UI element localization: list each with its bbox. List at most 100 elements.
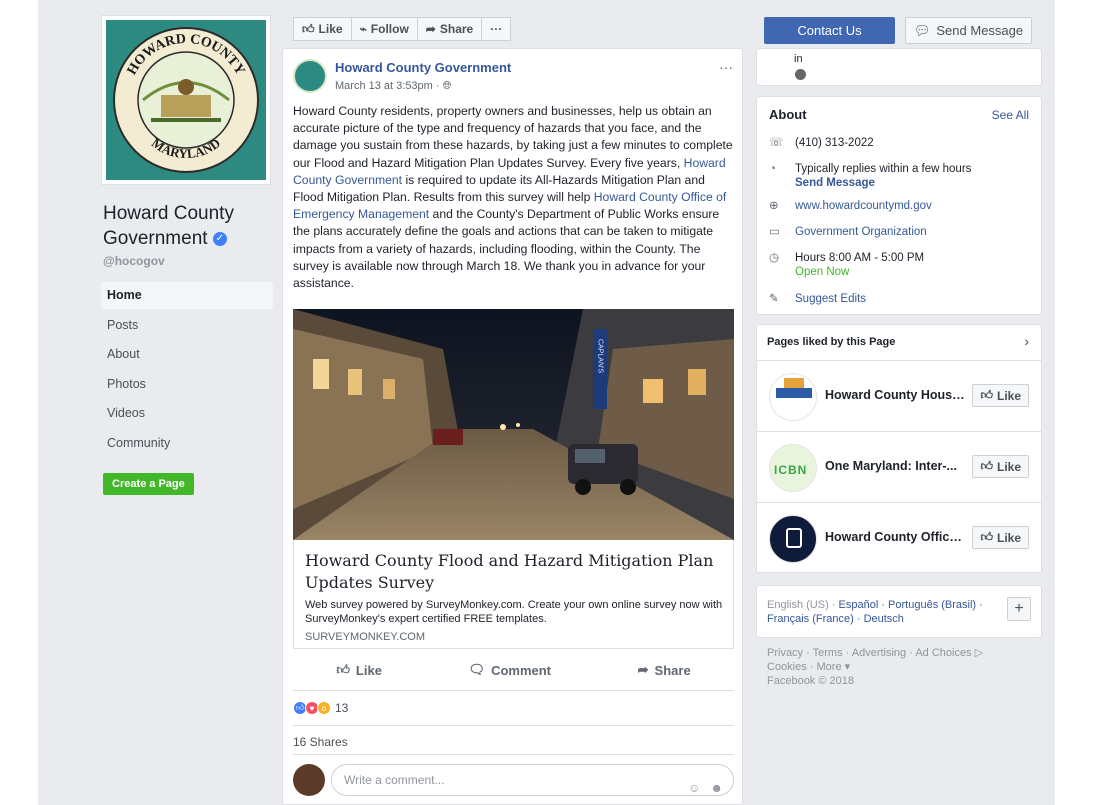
nav-item-posts[interactable]: Posts: [101, 312, 273, 339]
link-domain: SURVEYMONKEY.COM: [305, 631, 426, 643]
liked-page-name[interactable]: Howard County Office...: [825, 530, 965, 544]
about-card: About See All ☏ (410) 313-2022 ◔ Typical…: [756, 96, 1042, 315]
liked-page-like-button[interactable]: 👍︎ Like: [972, 526, 1029, 549]
street-sign-text: CAPLAN'S: [597, 339, 604, 373]
nav-item-about[interactable]: About: [101, 341, 273, 368]
share-page-label: Share: [439, 22, 474, 36]
rss-icon: ⌁: [359, 22, 367, 36]
page-title[interactable]: Howard County Government ✓: [101, 201, 273, 251]
reactions-summary[interactable]: 👍︎ ♥ o 13: [293, 701, 348, 715]
about-category: ▭ Government Organization: [769, 225, 927, 239]
link-title[interactable]: Howard County Flood and Hazard Mitigatio…: [305, 550, 723, 594]
nav-item-photos[interactable]: Photos: [101, 371, 273, 398]
nav-item-videos[interactable]: Videos: [101, 400, 273, 427]
profile-picture[interactable]: HOWARD COUNTY MARYLAND: [101, 15, 271, 185]
like-page-button[interactable]: 👍︎ Like: [293, 17, 352, 41]
thumbs-up-icon: 👍︎: [980, 459, 993, 473]
liked-page-row: ICBN One Maryland: Inter-... 👍︎ Like: [757, 431, 1041, 502]
clock-icon: ◷: [769, 252, 780, 264]
post-author-name[interactable]: Howard County Government: [335, 60, 511, 75]
comment-input[interactable]: Write a comment... ☺ ☻: [331, 764, 734, 796]
footer-line-1[interactable]: Privacy · Terms · Advertising · Ad Choic…: [767, 647, 975, 659]
post-card: Howard County Government March 13 at 3:5…: [282, 48, 743, 805]
comment-composer: Write a comment... ☺ ☻: [293, 764, 734, 796]
suggest-edits-link[interactable]: Suggest Edits: [795, 292, 866, 306]
liked-page-name[interactable]: One Maryland: Inter-...: [825, 459, 965, 473]
add-language-button[interactable]: +: [1007, 597, 1031, 621]
like-label: Like: [996, 388, 1021, 403]
like-label: Like: [996, 459, 1021, 474]
page-nav: Home Posts About Photos Videos Community: [101, 282, 273, 457]
post-link-image[interactable]: CAPLAN'S: [293, 309, 734, 540]
link-description: Web survey powered by SurveyMonkey.com. …: [305, 599, 723, 625]
liked-page-like-button[interactable]: 👍︎ Like: [972, 384, 1029, 407]
current-language: English (US): [767, 599, 829, 611]
post-share-label: Share: [654, 662, 691, 678]
post-actions: 👍︎ Like 🗨︎ Comment ➦ Share: [293, 655, 734, 685]
post-comment-button[interactable]: 🗨︎ Comment: [469, 662, 551, 678]
left-column: HOWARD COUNTY MARYLAND Howard County Gov…: [101, 15, 273, 495]
category-flag-icon: ▭: [769, 226, 780, 238]
nav-item-community[interactable]: Community: [101, 430, 273, 457]
post-author-avatar[interactable]: [293, 59, 327, 93]
reaction-count[interactable]: 13: [335, 701, 348, 715]
post-body: Howard County residents, property owners…: [293, 103, 735, 292]
page-handle: @hocogov: [103, 254, 165, 268]
open-now-status: Open Now: [795, 266, 850, 278]
link-preview[interactable]: Howard County Flood and Hazard Mitigatio…: [293, 540, 734, 649]
footer-line-2[interactable]: Cookies · More ▾: [767, 661, 850, 673]
county-seal-image: HOWARD COUNTY MARYLAND: [106, 20, 266, 180]
contact-us-button[interactable]: Contact Us: [764, 17, 895, 44]
nav-item-home[interactable]: Home: [101, 282, 273, 309]
ad-choices-icon[interactable]: ▷: [975, 647, 983, 659]
share-page-button[interactable]: ➦ Share: [417, 17, 483, 41]
snippet-text: in: [794, 53, 803, 65]
footer-links: Privacy · Terms · Advertising · Ad Choic…: [767, 646, 1027, 688]
chevron-right-icon[interactable]: ›: [1024, 333, 1029, 349]
post-like-label: Like: [355, 662, 382, 678]
messenger-icon: 💬︎: [913, 22, 931, 38]
comment-input-icons: ☺ ☻: [688, 773, 723, 803]
hours-text: Hours 8:00 AM - 5:00 PM: [795, 252, 925, 264]
post-comment-label: Comment: [491, 662, 552, 678]
divider: [293, 690, 734, 691]
liked-page-row: Howard County Housi... 👍︎ Like: [757, 360, 1041, 431]
about-responsiveness: ◔ Typically replies within a few hours S…: [769, 162, 971, 190]
globe-icon: 🌐︎: [442, 80, 452, 92]
create-page-button[interactable]: Create a Page: [103, 473, 194, 495]
post-like-button[interactable]: 👍︎ Like: [336, 662, 382, 678]
liked-page-like-button[interactable]: 👍︎ Like: [972, 455, 1029, 478]
icbn-page-avatar[interactable]: ICBN: [769, 444, 817, 492]
more-options-button[interactable]: ···: [482, 17, 512, 41]
comment-icon: 🗨︎: [468, 662, 486, 677]
sticker-icon[interactable]: ☻: [710, 773, 723, 803]
language-card: English (US) · Español · Português (Bras…: [756, 585, 1042, 638]
reply-time: Typically replies within a few hours: [795, 163, 972, 175]
post-timestamp[interactable]: March 13 at 3:53pm · 🌐︎: [335, 80, 451, 93]
shares-count[interactable]: 16 Shares: [293, 735, 348, 749]
post-header: Howard County Government March 13 at 3:5…: [293, 59, 733, 93]
housing-page-avatar[interactable]: [769, 373, 817, 421]
wow-reaction-icon: o: [317, 701, 331, 715]
send-message-button[interactable]: 💬︎ Send Message: [905, 17, 1032, 44]
emoji-icon[interactable]: ☺: [688, 773, 700, 803]
about-send-message-link[interactable]: Send Message: [795, 177, 875, 189]
liked-page-name[interactable]: Howard County Housi...: [825, 388, 965, 402]
like-label: Like: [996, 530, 1021, 545]
see-all-link[interactable]: See All: [992, 108, 1029, 122]
category-link[interactable]: Government Organization: [795, 225, 927, 239]
pages-liked-card: Pages liked by this Page › Howard County…: [756, 324, 1042, 573]
about-suggest-edits: ✎ Suggest Edits: [769, 292, 866, 306]
post-share-button[interactable]: ➦ Share: [638, 662, 691, 678]
website-link[interactable]: www.howardcountymd.gov: [795, 199, 932, 213]
post-text-part-1: Howard County residents, property owners…: [293, 104, 733, 170]
phone-number: (410) 313-2022: [795, 137, 874, 149]
follow-button[interactable]: ⌁ Follow: [351, 17, 418, 41]
pages-liked-heading[interactable]: Pages liked by this Page: [767, 336, 895, 348]
post-options-button[interactable]: ···: [719, 59, 733, 75]
about-phone: ☏ (410) 313-2022: [769, 136, 874, 150]
post-timestamp-text[interactable]: March 13 at 3:53pm ·: [335, 80, 443, 92]
messenger-bubble-icon: ◔: [769, 163, 776, 175]
like-page-label: Like: [318, 22, 343, 36]
office-page-avatar[interactable]: [769, 515, 817, 563]
